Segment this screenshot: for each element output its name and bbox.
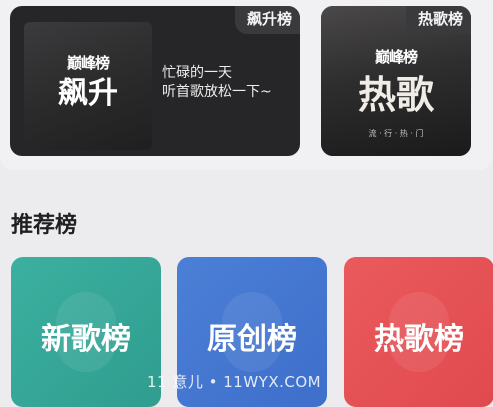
cover-caption: 流 · 行 · 热 · 门 — [368, 129, 424, 138]
soaring-chart-card[interactable]: 巅峰榜 飙升 忙碌的一天 听首歌放松一下~ 飙升榜 — [10, 6, 300, 156]
hot-songs-chart-card[interactable]: 巅峰榜 热歌 流 · 行 · 热 · 门 热歌榜 — [321, 6, 471, 156]
cover-title: 热歌 — [357, 73, 434, 117]
chart-tag: 飙升榜 — [234, 6, 300, 34]
rank-card-label: 原创榜 — [207, 322, 297, 357]
description-line-2: 听首歌放松一下~ — [162, 84, 272, 100]
rank-card-label: 热歌榜 — [374, 322, 464, 357]
featured-charts-panel: 巅峰榜 飙升 忙碌的一天 听首歌放松一下~ 飙升榜 巅峰榜 热歌 流 · 行 ·… — [0, 0, 493, 170]
rank-card-label: 新歌榜 — [41, 322, 131, 357]
hot-songs-rank-card[interactable]: 热歌榜 — [344, 257, 493, 407]
new-songs-chart-card[interactable]: 新歌榜 — [11, 257, 161, 407]
description-line-1: 忙碌的一天 — [162, 65, 232, 81]
chart-tag: 热歌榜 — [405, 6, 471, 34]
cover-title: 飙升 — [58, 76, 118, 111]
soaring-chart-cover: 巅峰榜 飙升 — [24, 22, 152, 150]
recommended-charts-title: 推荐榜 — [11, 213, 78, 238]
card-description: 忙碌的一天 听首歌放松一下~ — [162, 64, 272, 102]
watermark: 11 意儿 • 11WYX.COM — [147, 373, 322, 391]
